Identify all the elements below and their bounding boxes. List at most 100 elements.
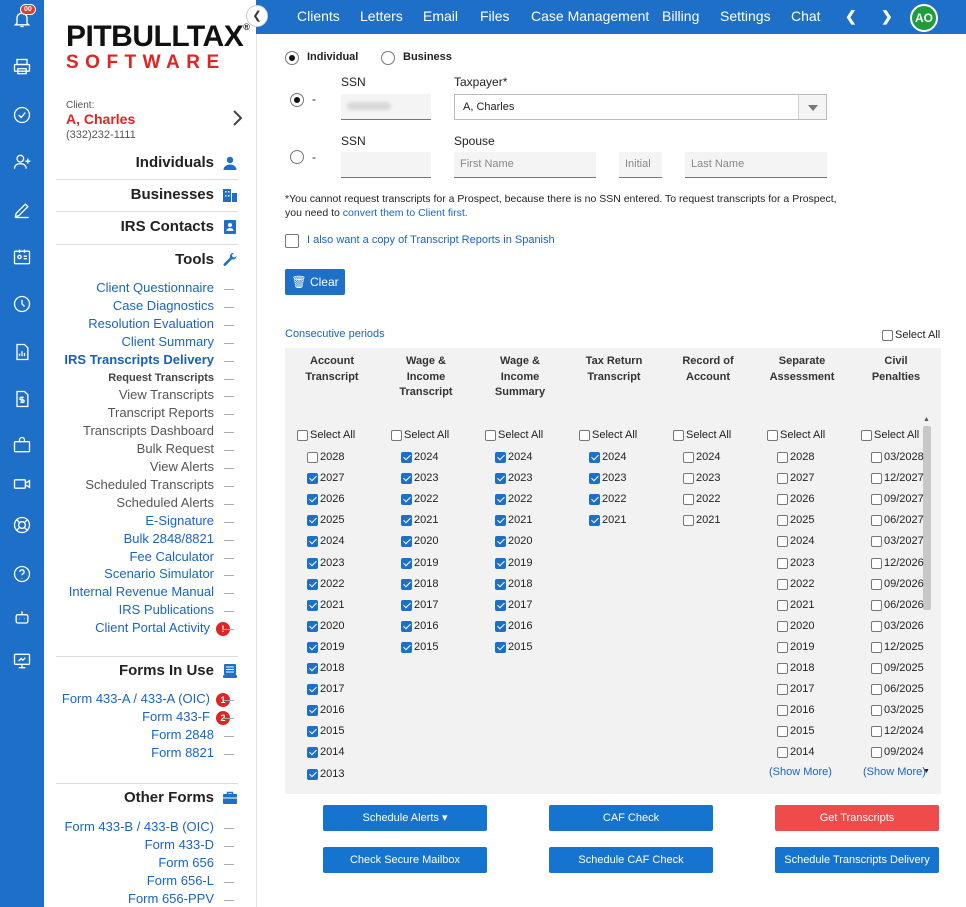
period-checkbox[interactable] (495, 473, 506, 485)
id-card-icon[interactable] (0, 242, 44, 272)
check-secure-mailbox-button[interactable]: Check Secure Mailbox (323, 847, 487, 873)
sidebar-tool-item[interactable]: Internal Revenue Manual (69, 584, 214, 599)
section-businesses[interactable]: Businesses (131, 186, 238, 203)
sidebar-tool-item[interactable]: E-Signature (145, 513, 214, 528)
column-select-all-checkbox[interactable] (673, 430, 684, 441)
sidebar-tool-item[interactable]: Resolution Evaluation (88, 316, 214, 331)
taxpayer-select[interactable]: A, Charles (454, 94, 827, 120)
sidebar-tool-item[interactable]: Client Summary (122, 334, 214, 349)
period-checkbox[interactable] (777, 726, 788, 738)
monitor-icon[interactable] (0, 646, 44, 676)
sidebar-form-in-use[interactable]: Form 2848 (151, 727, 214, 742)
period-checkbox[interactable] (495, 578, 506, 590)
period-checkbox[interactable] (495, 641, 506, 653)
sidebar-form-in-use[interactable]: Form 433-A / 433-A (OIC) 1 (62, 691, 230, 707)
sidebar-tool-item[interactable]: IRS Transcripts Delivery (64, 352, 214, 367)
period-checkbox[interactable] (777, 536, 788, 548)
period-checkbox[interactable] (401, 452, 412, 463)
period-checkbox[interactable] (777, 494, 788, 506)
period-checkbox[interactable] (871, 515, 882, 527)
caf-check-button[interactable]: CAF Check (549, 805, 713, 831)
sidebar-tool-item[interactable]: Bulk Request (137, 441, 214, 456)
column-select-all-checkbox[interactable] (297, 430, 308, 441)
period-checkbox[interactable] (871, 452, 882, 463)
sidebar-tool-item[interactable]: Scheduled Transcripts (85, 477, 214, 492)
period-checkbox[interactable] (307, 663, 318, 674)
period-checkbox[interactable] (777, 641, 788, 653)
period-checkbox[interactable] (777, 473, 788, 485)
type-individual-radio[interactable] (285, 51, 299, 65)
period-checkbox[interactable] (307, 452, 318, 463)
sidebar-tool-item[interactable]: Transcript Reports (108, 405, 214, 420)
nav-letters[interactable]: Letters (360, 8, 403, 24)
period-checkbox[interactable] (495, 557, 506, 569)
section-other-forms[interactable]: Other Forms (124, 789, 238, 806)
sidebar-tool-item[interactable]: IRS Publications (119, 602, 214, 617)
period-checkbox[interactable] (495, 452, 506, 463)
period-checkbox[interactable] (401, 599, 412, 611)
sidebar-other-form[interactable]: Form 433-B / 433-B (OIC) (64, 819, 214, 834)
lock-folder-icon[interactable] (0, 430, 44, 460)
sidebar-tool-item[interactable]: Bulk 2848/8821 (124, 531, 214, 546)
period-checkbox[interactable] (683, 473, 694, 485)
sidebar-form-in-use[interactable]: Form 433-F 2 (142, 709, 230, 725)
period-checkbox[interactable] (871, 473, 882, 485)
nav-prev-icon[interactable]: ❮ (845, 8, 857, 25)
taxpayer-ssn-input[interactable] (341, 94, 431, 120)
client-name[interactable]: A, Charles (66, 111, 135, 127)
period-checkbox[interactable] (307, 684, 318, 696)
period-checkbox[interactable] (871, 536, 882, 548)
spouse-initial-input[interactable]: Initial (619, 152, 662, 178)
period-checkbox[interactable] (683, 515, 694, 527)
period-checkbox[interactable] (401, 515, 412, 527)
nav-files[interactable]: Files (480, 8, 510, 24)
period-checkbox[interactable] (307, 726, 318, 738)
column-select-all-checkbox[interactable] (579, 430, 590, 441)
period-checkbox[interactable] (307, 515, 318, 527)
period-checkbox[interactable] (307, 536, 318, 548)
period-checkbox[interactable] (495, 536, 506, 548)
nav-settings[interactable]: Settings (720, 8, 771, 24)
table-scrollbar[interactable] (923, 426, 931, 610)
period-checkbox[interactable] (401, 620, 412, 632)
period-checkbox[interactable] (871, 684, 882, 696)
period-checkbox[interactable] (683, 452, 694, 463)
period-checkbox[interactable] (307, 705, 318, 717)
check-circle-icon[interactable] (0, 100, 44, 130)
robot-icon[interactable] (0, 603, 44, 633)
period-checkbox[interactable] (871, 663, 882, 674)
nav-clients[interactable]: Clients (297, 8, 340, 24)
clock-icon[interactable] (0, 289, 44, 319)
period-checkbox[interactable] (401, 557, 412, 569)
spouse-radio[interactable] (290, 150, 304, 164)
period-checkbox[interactable] (871, 747, 882, 759)
lifebuoy-icon[interactable] (0, 510, 44, 540)
nav-next-icon[interactable]: ❯ (881, 8, 893, 25)
period-checkbox[interactable] (307, 599, 318, 611)
show-more-link[interactable]: (Show More) (769, 766, 832, 778)
schedule-caf-check-button[interactable]: Schedule CAF Check (549, 847, 713, 873)
column-select-all-checkbox[interactable] (485, 430, 496, 441)
period-checkbox[interactable] (777, 663, 788, 674)
period-checkbox[interactable] (307, 557, 318, 569)
video-icon[interactable] (0, 469, 44, 499)
report-icon[interactable] (0, 337, 44, 367)
period-checkbox[interactable] (401, 641, 412, 653)
period-checkbox[interactable] (307, 620, 318, 632)
sidebar-tool-item[interactable]: Case Diagnostics (113, 298, 214, 313)
get-transcripts-button[interactable]: Get Transcripts (775, 805, 939, 831)
period-checkbox[interactable] (495, 494, 506, 506)
help-icon[interactable] (0, 559, 44, 589)
period-checkbox[interactable] (307, 747, 318, 759)
period-checkbox[interactable] (777, 452, 788, 463)
taxpayer-radio[interactable] (290, 93, 304, 107)
period-checkbox[interactable] (307, 641, 318, 653)
sidebar-tool-item[interactable]: View Alerts (150, 459, 214, 474)
nav-case-management[interactable]: Case Management (531, 8, 649, 24)
sidebar-tool-item[interactable]: Request Transcripts (108, 372, 214, 384)
sidebar-other-form[interactable]: Form 433-D (145, 837, 214, 852)
period-checkbox[interactable] (777, 557, 788, 569)
period-checkbox[interactable] (307, 578, 318, 590)
user-avatar[interactable]: AO (910, 4, 938, 32)
period-checkbox[interactable] (777, 747, 788, 759)
